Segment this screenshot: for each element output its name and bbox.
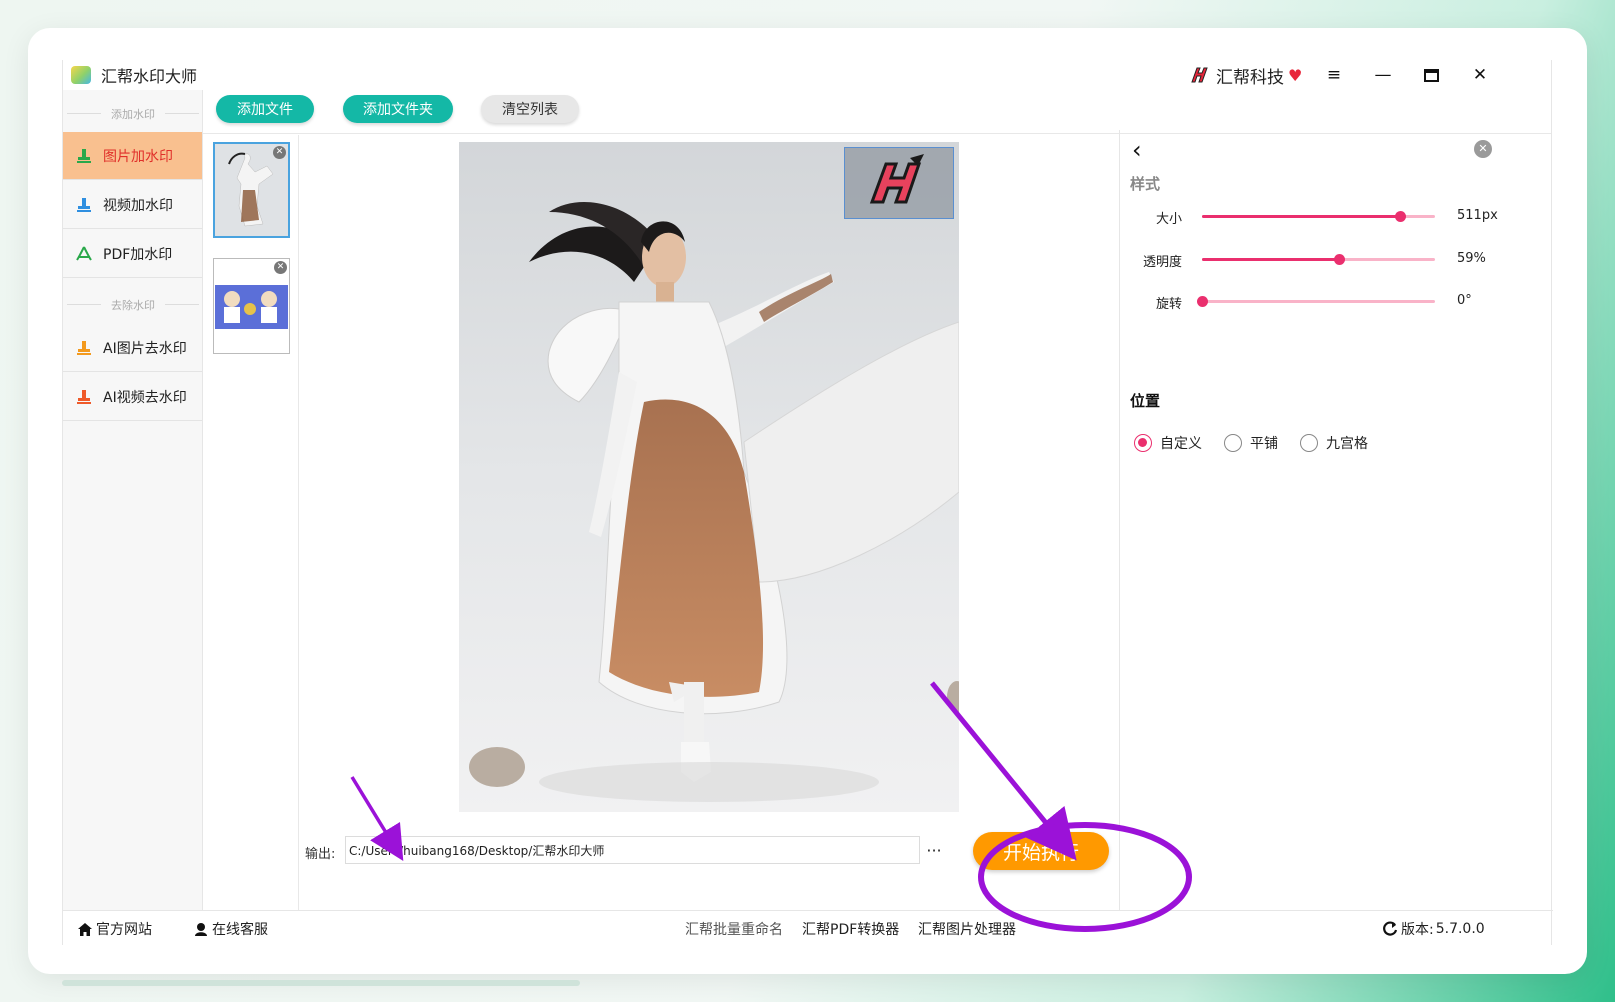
- support-icon: [193, 921, 209, 937]
- opacity-value: 59%: [1457, 251, 1486, 266]
- size-slider-handle[interactable]: [1395, 211, 1407, 222]
- preview-area: 输出: C:/Users/huibang168/Desktop/汇帮水印大师 ·…: [299, 135, 1119, 910]
- video-stamp-icon: [75, 196, 93, 214]
- ai-image-icon: [75, 339, 93, 357]
- close-icon[interactable]: ✕: [1460, 60, 1500, 90]
- style-title: 样式: [1130, 175, 1161, 193]
- opacity-label: 透明度: [1142, 255, 1182, 270]
- pdf-icon: [75, 245, 93, 263]
- settings-panel: ‹ ✕ 样式 大小 511px 透明度 59% 旋转 0° 位置 自定义 平铺 …: [1119, 130, 1553, 910]
- opacity-slider[interactable]: [1202, 254, 1435, 265]
- close-panel-icon[interactable]: ✕: [1474, 140, 1492, 158]
- minimize-icon[interactable]: —: [1363, 60, 1403, 90]
- link-image-processor[interactable]: 汇帮图片处理器: [918, 919, 1016, 939]
- brand: 汇帮科技 ♥: [1188, 60, 1302, 90]
- add-folder-button[interactable]: 添加文件夹: [343, 95, 453, 123]
- website-label: 官方网站: [96, 922, 152, 938]
- sidebar-item-label: 图片加水印: [103, 148, 173, 165]
- sidebar-item-label: AI图片去水印: [103, 340, 187, 357]
- rotate-label: 旋转: [1155, 297, 1182, 312]
- size-slider[interactable]: [1202, 211, 1435, 222]
- radio-nine-grid[interactable]: 九宫格: [1300, 433, 1368, 453]
- clear-list-button[interactable]: 清空列表: [481, 95, 579, 123]
- ai-video-icon: [75, 388, 93, 406]
- rotate-slider-row: 旋转 0°: [1120, 291, 1554, 312]
- sidebar-item-label: AI视频去水印: [103, 389, 187, 406]
- remove-thumbnail-icon[interactable]: ✕: [274, 261, 287, 274]
- link-pdf-converter[interactable]: 汇帮PDF转换器: [802, 919, 899, 939]
- radio-unselected-icon: [1224, 434, 1242, 452]
- size-slider-row: 大小 511px: [1120, 206, 1554, 227]
- home-icon: [77, 921, 93, 937]
- position-options: 自定义 平铺 九宫格: [1134, 433, 1390, 453]
- toolbar: 添加文件 添加文件夹 清空列表: [203, 90, 1551, 134]
- version-label: 版本:: [1401, 922, 1434, 938]
- refresh-icon: [1382, 921, 1398, 937]
- browse-output-button[interactable]: ···: [923, 836, 945, 864]
- status-bar: 官方网站 在线客服 汇帮批量重命名 汇帮PDF转换器 汇帮图片处理器 版本: 5…: [63, 910, 1553, 942]
- radio-custom[interactable]: 自定义: [1134, 433, 1202, 453]
- section-remove-watermark: 去除水印: [63, 297, 203, 313]
- radio-tile[interactable]: 平铺: [1224, 433, 1278, 453]
- rotate-value: 0°: [1457, 293, 1472, 308]
- sidebar-item-label: 视频加水印: [103, 197, 173, 214]
- sidebar-item-ai-video-remove[interactable]: AI视频去水印: [63, 373, 202, 421]
- sidebar-item-ai-image-remove[interactable]: AI图片去水印: [63, 324, 202, 372]
- thumbnail-item[interactable]: ✕: [213, 142, 290, 238]
- thumbnail-item[interactable]: ✕: [213, 258, 290, 354]
- radio-unselected-icon: [1300, 434, 1318, 452]
- horizontal-scrollbar[interactable]: [62, 980, 580, 986]
- fashion-photo-illustration: [459, 142, 959, 812]
- section-add-watermark: 添加水印: [63, 106, 203, 122]
- radio-selected-icon: [1134, 434, 1152, 452]
- radio-label: 平铺: [1250, 436, 1278, 452]
- app-title: 汇帮水印大师: [101, 67, 198, 86]
- support-label: 在线客服: [212, 922, 268, 938]
- app-window: 汇帮水印大师 汇帮科技 ♥ ≡ — ✕ 添加文件 添加文件夹 清空列表 添加水印…: [62, 60, 1553, 945]
- radio-label: 九宫格: [1326, 436, 1368, 452]
- brand-name: 汇帮科技: [1216, 67, 1284, 88]
- menu-icon[interactable]: ≡: [1314, 60, 1354, 90]
- size-value: 511px: [1457, 208, 1498, 223]
- heart-icon: ♥: [1288, 65, 1303, 85]
- version-number: 5.7.0.0: [1435, 921, 1485, 937]
- size-label: 大小: [1155, 212, 1182, 227]
- watermark-overlay[interactable]: [844, 147, 954, 219]
- maximize-icon[interactable]: [1411, 60, 1451, 90]
- sidebar-item-pdf-watermark[interactable]: PDF加水印: [63, 230, 202, 278]
- app-logo-icon: [71, 66, 91, 84]
- add-file-button[interactable]: 添加文件: [216, 95, 314, 123]
- preview-image: [459, 142, 959, 812]
- rotate-slider[interactable]: [1197, 296, 1435, 307]
- version-info[interactable]: 版本: 5.7.0.0: [1382, 919, 1485, 939]
- image-stamp-icon: [75, 147, 93, 165]
- website-link[interactable]: 官方网站: [77, 919, 152, 939]
- thumbnail-list: ✕ ✕: [203, 135, 299, 910]
- brand-logo-icon: [1191, 67, 1208, 83]
- radio-label: 自定义: [1160, 436, 1202, 452]
- position-title: 位置: [1130, 392, 1161, 410]
- output-label: 输出:: [305, 847, 336, 862]
- opacity-slider-handle[interactable]: [1334, 254, 1346, 265]
- output-path-input[interactable]: C:/Users/huibang168/Desktop/汇帮水印大师: [345, 836, 920, 864]
- watermark-logo-icon: [869, 154, 924, 204]
- start-button[interactable]: 开始执行: [973, 832, 1109, 870]
- link-batch-rename[interactable]: 汇帮批量重命名: [685, 919, 783, 939]
- sidebar-item-image-watermark[interactable]: 图片加水印: [63, 132, 202, 180]
- sidebar-item-label: PDF加水印: [103, 246, 173, 263]
- remove-thumbnail-icon[interactable]: ✕: [273, 146, 286, 159]
- rotate-slider-handle[interactable]: [1197, 296, 1208, 307]
- support-link[interactable]: 在线客服: [193, 919, 268, 939]
- opacity-slider-row: 透明度 59%: [1120, 249, 1554, 270]
- back-icon[interactable]: ‹: [1132, 136, 1142, 164]
- sidebar-item-video-watermark[interactable]: 视频加水印: [63, 181, 202, 229]
- sidebar: 添加水印 图片加水印 视频加水印 PDF加水印 去除水印 AI图片去水印 AI视…: [63, 90, 203, 910]
